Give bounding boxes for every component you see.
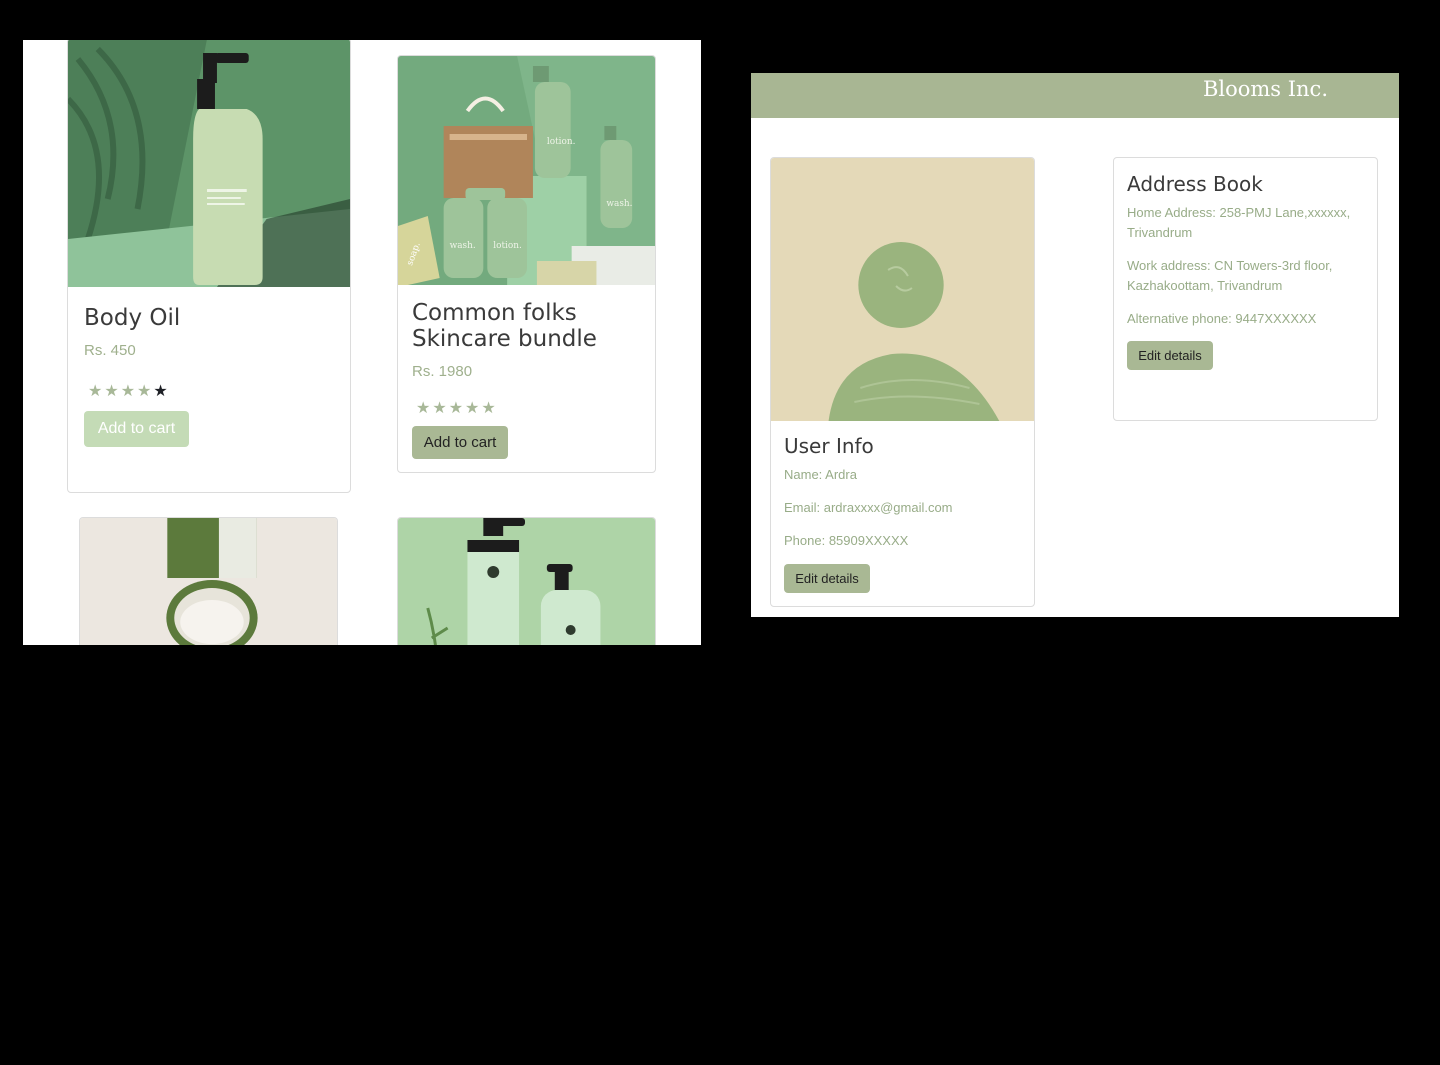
product-card <box>79 517 338 645</box>
product-card <box>397 517 656 645</box>
profile-image <box>771 158 1034 421</box>
star-icon[interactable]: ★ <box>137 381 153 400</box>
star-rating[interactable]: ★★★★★ <box>88 381 170 400</box>
star-icon[interactable]: ★ <box>432 398 448 417</box>
abstract-art-image <box>771 158 1034 421</box>
address-book-title: Address Book <box>1127 172 1263 196</box>
cream-jar-image <box>80 518 337 645</box>
work-address-text: Work address: CN Towers-3rd floor, Kazha… <box>1127 258 1333 293</box>
product-price: Rs. 1980 <box>412 363 473 380</box>
product-image[interactable]: lotion. wash. wash. lotion. soap. <box>398 56 655 285</box>
lotion-bottle-label: lotion. <box>547 137 576 147</box>
profile-page-panel: Blooms Inc. User Info Name: Ardra Email:… <box>751 73 1399 617</box>
product-title[interactable]: Body Oil <box>84 305 180 331</box>
user-email-text: Email: ardraxxxx@gmail.com <box>784 500 953 515</box>
product-image[interactable] <box>398 518 655 645</box>
star-icon[interactable]: ★ <box>121 381 137 400</box>
add-to-cart-button[interactable]: Add to cart <box>412 426 508 459</box>
top-navbar: Blooms Inc. <box>751 73 1399 118</box>
add-to-cart-button[interactable]: Add to cart <box>84 411 189 447</box>
product-card: Body Oil Rs. 450 ★★★★★ Add to cart <box>67 40 351 493</box>
star-rating[interactable]: ★★★★★ <box>416 398 498 417</box>
edit-user-details-button[interactable]: Edit details <box>784 564 870 593</box>
product-image[interactable] <box>68 40 350 287</box>
wash-bottle-label: wash. <box>606 199 632 209</box>
star-icon[interactable]: ★ <box>88 381 104 400</box>
brand-logo-text[interactable]: Blooms Inc. <box>1203 75 1328 103</box>
address-book-card: Address Book Home Address: 258-PMJ Lane,… <box>1113 157 1378 421</box>
user-info-title: User Info <box>784 434 874 458</box>
pump-bottles-image <box>398 518 655 645</box>
product-image[interactable] <box>80 518 337 645</box>
wash-bottle-label: wash. <box>450 241 476 251</box>
skincare-bundle-image: lotion. wash. wash. lotion. soap. <box>398 56 655 285</box>
star-icon[interactable]: ★ <box>481 398 497 417</box>
home-address-text: Home Address: 258-PMJ Lane,xxxxxx, Triva… <box>1127 205 1351 240</box>
product-listing-panel: Body Oil Rs. 450 ★★★★★ Add to cart lotio… <box>23 40 701 645</box>
alternative-phone-text: Alternative phone: 9447XXXXXX <box>1127 311 1317 326</box>
star-icon[interactable]: ★ <box>465 398 481 417</box>
user-info-card: User Info Name: Ardra Email: ardraxxxx@g… <box>770 157 1035 607</box>
pump-bottle-image <box>68 40 350 287</box>
product-title[interactable]: Common folks Skincare bundle <box>412 300 632 352</box>
star-icon[interactable]: ★ <box>104 381 120 400</box>
user-phone-text: Phone: 85909XXXXX <box>784 533 909 548</box>
user-name-text: Name: Ardra <box>784 467 857 482</box>
star-icon[interactable]: ★ <box>416 398 432 417</box>
product-price: Rs. 450 <box>84 342 136 359</box>
edit-address-details-button[interactable]: Edit details <box>1127 341 1213 370</box>
star-icon[interactable]: ★ <box>449 398 465 417</box>
lotion-bottle-label: lotion. <box>493 241 522 251</box>
star-icon[interactable]: ★ <box>153 381 169 400</box>
product-card: lotion. wash. wash. lotion. soap. Common… <box>397 55 656 473</box>
